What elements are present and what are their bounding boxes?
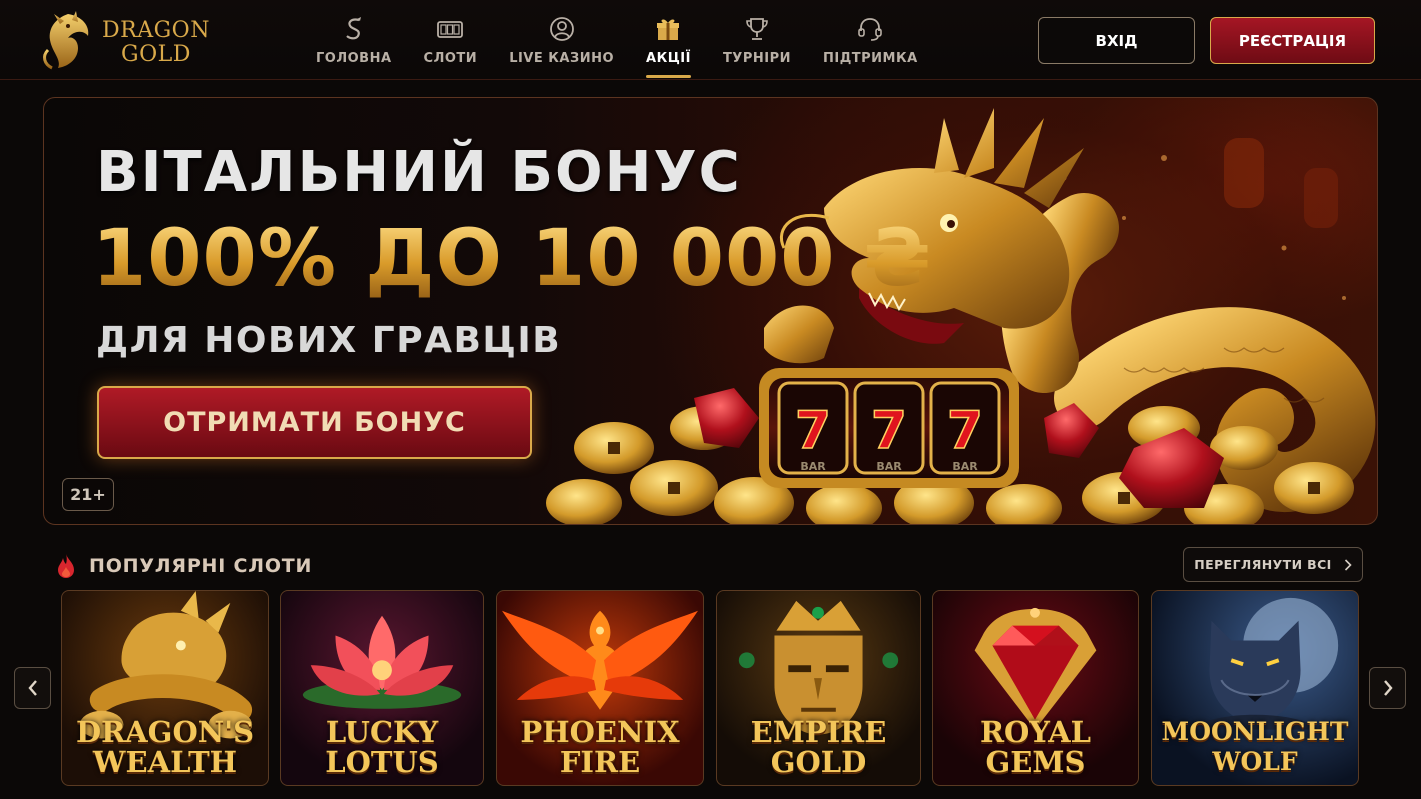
slot-title: PHOENIX FIRE [497,717,703,777]
top-header: DRAGON GOLD ГОЛОВНА СЛОТИ LIVE КАЗИНО АК… [0,0,1421,80]
user-circle-icon [549,17,574,41]
nav-item-home[interactable]: ГОЛОВНА [300,14,408,80]
nav-label: ПІДТРИМКА [822,51,918,66]
age-limit-badge: 21+ [62,478,114,511]
nav-item-promotions[interactable]: АКЦІЇ [630,14,707,80]
slot-card-royal-gems[interactable]: ROYAL GEMS [932,590,1139,786]
popular-slots-header: ПОПУЛЯРНІ СЛОТИ [55,551,312,581]
slot-machine-icon [437,21,464,38]
main-nav: ГОЛОВНА СЛОТИ LIVE КАЗИНО АКЦІЇ ТУРНІРИ … [300,14,934,80]
slot-title-line2: FIRE [559,745,641,779]
reel-symbol: 7 [947,401,983,461]
nav-item-slots[interactable]: СЛОТИ [408,14,494,80]
slot-title: ROYAL GEMS [933,717,1138,777]
slot-title: LUCKY LOTUS [281,717,483,777]
hero-subtitle: ДЛЯ НОВИХ ГРАВЦІВ [96,320,562,361]
brand-name: DRAGON GOLD [102,19,210,67]
nav-label: LIVE КАЗИНО [509,51,615,66]
nav-label: СЛОТИ [423,51,478,66]
slot-title-line1: LUCKY [325,715,439,749]
nav-item-tournaments[interactable]: ТУРНІРИ [707,14,807,80]
slot-title-line2: WOLF [1212,747,1298,776]
chevron-left-icon [27,680,37,696]
slot-title: EMPIRE GOLD [717,717,920,777]
reel-bar: BAR [952,460,978,473]
brand-line1: DRAGON [102,18,210,43]
reel-symbol: 7 [795,401,831,461]
slot-card-lucky-lotus[interactable]: LUCKY LOTUS [280,590,484,786]
slot-title: MOONLIGHT WOLF [1152,717,1358,777]
slot-title-line1: EMPIRE [750,715,887,749]
slot-title-line1: DRAGON'S [75,715,255,749]
slot-title-line2: WEALTH [92,745,238,779]
slot-title-line2: GEMS [985,745,1086,779]
slot-title-line2: LOTUS [325,745,439,779]
slot-title-line1: PHOENIX [520,715,680,749]
see-all-button[interactable]: ПЕРЕГЛЯНУТИ ВСІ [1183,547,1363,582]
slot-title: DRAGON'S WEALTH [62,717,268,777]
register-button[interactable]: РЕЄСТРАЦІЯ [1210,17,1375,64]
reel-symbol: 7 [871,401,907,461]
see-all-label: ПЕРЕГЛЯНУТИ ВСІ [1194,557,1332,572]
dragon-s-icon [345,17,361,40]
nav-label: АКЦІЇ [646,51,691,66]
slot-title-line1: ROYAL [979,715,1092,749]
login-button[interactable]: ВХІД [1038,17,1195,64]
brand-logo[interactable]: DRAGON GOLD [38,10,238,72]
section-title: ПОПУЛЯРНІ СЛОТИ [89,555,313,577]
reel-bar: BAR [876,460,902,473]
slot-card-phoenix-fire[interactable]: PHOENIX FIRE [496,590,704,786]
fire-icon [58,554,74,578]
reel-bar: BAR [800,460,826,473]
hero-banner[interactable]: 7 7 7 BAR BAR BAR ВІТАЛЬНИЙ БОНУС 100% Д… [43,97,1378,525]
hero-title: ВІТАЛЬНИЙ БОНУС [96,140,742,205]
nav-item-support[interactable]: ПІДТРИМКА [807,14,934,80]
bonus-amount: 100% ДО 10 000 ₴ [92,214,932,304]
carousel-next-button[interactable] [1369,667,1406,709]
nav-label: ГОЛОВНА [316,51,392,66]
slot-title-line2: GOLD [770,745,867,779]
carousel-prev-button[interactable] [14,667,51,709]
nav-label: ТУРНІРИ [722,51,791,66]
slot-card-dragons-wealth[interactable]: DRAGON'S WEALTH [61,590,269,786]
headset-icon [858,18,883,41]
chevron-right-icon [1344,558,1352,571]
get-bonus-button[interactable]: ОТРИМАТИ БОНУС [97,386,532,459]
dragon-logo-icon [43,11,89,70]
gift-icon [657,19,680,40]
chevron-right-icon [1383,680,1393,696]
nav-item-live-casino[interactable]: LIVE КАЗИНО [493,14,630,80]
brand-line2: GOLD [121,42,191,67]
slot-card-moonlight-wolf[interactable]: MOONLIGHT WOLF [1151,590,1359,786]
slot-title-line1: MOONLIGHT [1161,717,1349,746]
trophy-icon [746,18,768,40]
slot-card-empire-gold[interactable]: EMPIRE GOLD [716,590,921,786]
